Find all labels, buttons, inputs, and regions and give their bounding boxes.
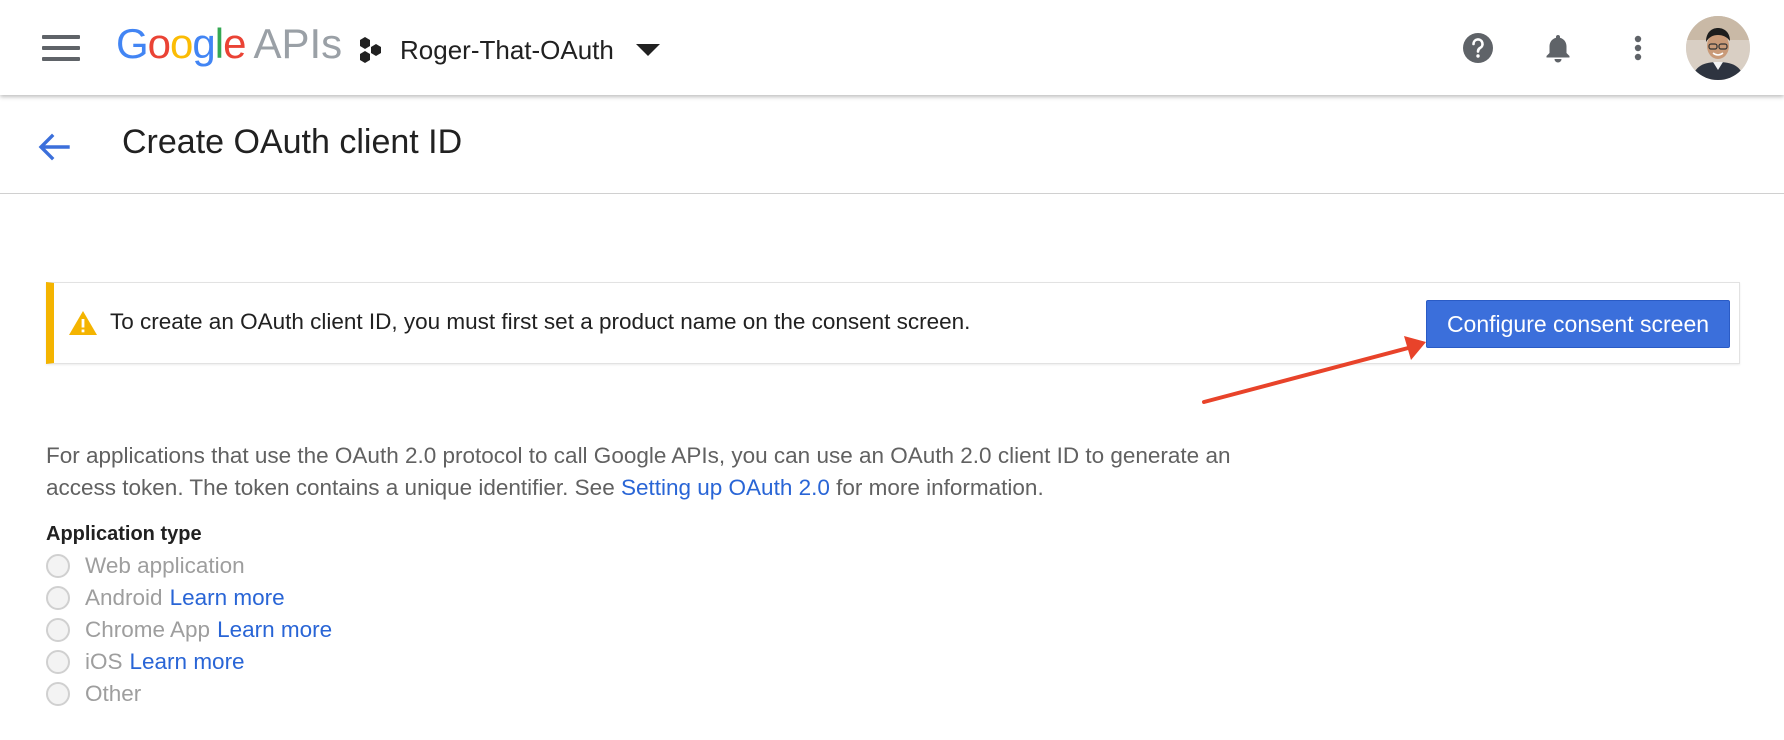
project-name: Roger-That-OAuth <box>400 34 614 65</box>
radio-button[interactable] <box>46 618 70 642</box>
application-type-radio-group: Web application Android Learn more Chrom… <box>46 550 332 710</box>
user-photo <box>1686 16 1750 80</box>
top-app-bar: Google APIs Roger-That-OAuth <box>0 0 1784 95</box>
page-header: Create OAuth client ID <box>0 95 1784 194</box>
chrome-app-learn-more-link[interactable]: Learn more <box>217 617 332 643</box>
radio-option-chrome-app[interactable]: Chrome App Learn more <box>46 614 332 646</box>
bell-icon[interactable] <box>1538 28 1578 68</box>
configure-consent-screen-button[interactable]: Configure consent screen <box>1426 300 1730 348</box>
radio-option-ios[interactable]: iOS Learn more <box>46 646 332 678</box>
arrow-back-icon[interactable] <box>34 127 74 167</box>
consent-warning-banner: To create an OAuth client ID, you must f… <box>46 282 1740 364</box>
radio-label: iOS <box>85 649 123 674</box>
description-text-end: for more information. <box>829 475 1044 500</box>
project-selector[interactable]: Roger-That-OAuth <box>356 32 660 68</box>
annotation-arrow <box>1202 336 1426 404</box>
application-type-label: Application type <box>46 523 202 545</box>
warning-message: To create an OAuth client ID, you must f… <box>110 309 971 334</box>
radio-button[interactable] <box>46 650 70 674</box>
warning-triangle-icon <box>69 311 97 335</box>
radio-button[interactable] <box>46 554 70 578</box>
radio-option-android[interactable]: Android Learn more <box>46 582 332 614</box>
oauth-description: For applications that use the OAuth 2.0 … <box>46 440 1246 504</box>
help-icon[interactable] <box>1458 28 1498 68</box>
radio-label: Web application <box>85 553 245 578</box>
radio-label: Android <box>85 585 163 610</box>
hamburger-menu-icon[interactable] <box>42 33 80 63</box>
hexagon-cluster-icon <box>360 37 381 63</box>
radio-option-other[interactable]: Other <box>46 678 332 710</box>
setting-up-oauth-link[interactable]: Setting up OAuth 2.0 <box>621 475 830 500</box>
more-vert-icon[interactable] <box>1618 28 1658 68</box>
avatar[interactable] <box>1686 16 1750 80</box>
android-learn-more-link[interactable]: Learn more <box>170 585 285 611</box>
radio-option-web-application[interactable]: Web application <box>46 550 332 582</box>
radio-label: Other <box>85 681 142 706</box>
radio-label: Chrome App <box>85 617 211 642</box>
chevron-down-icon <box>635 44 660 56</box>
google-apis-logo[interactable]: Google APIs <box>116 20 342 68</box>
radio-button[interactable] <box>46 682 70 706</box>
radio-button[interactable] <box>46 586 70 610</box>
page-title: Create OAuth client ID <box>122 123 463 161</box>
ios-learn-more-link[interactable]: Learn more <box>130 649 245 675</box>
